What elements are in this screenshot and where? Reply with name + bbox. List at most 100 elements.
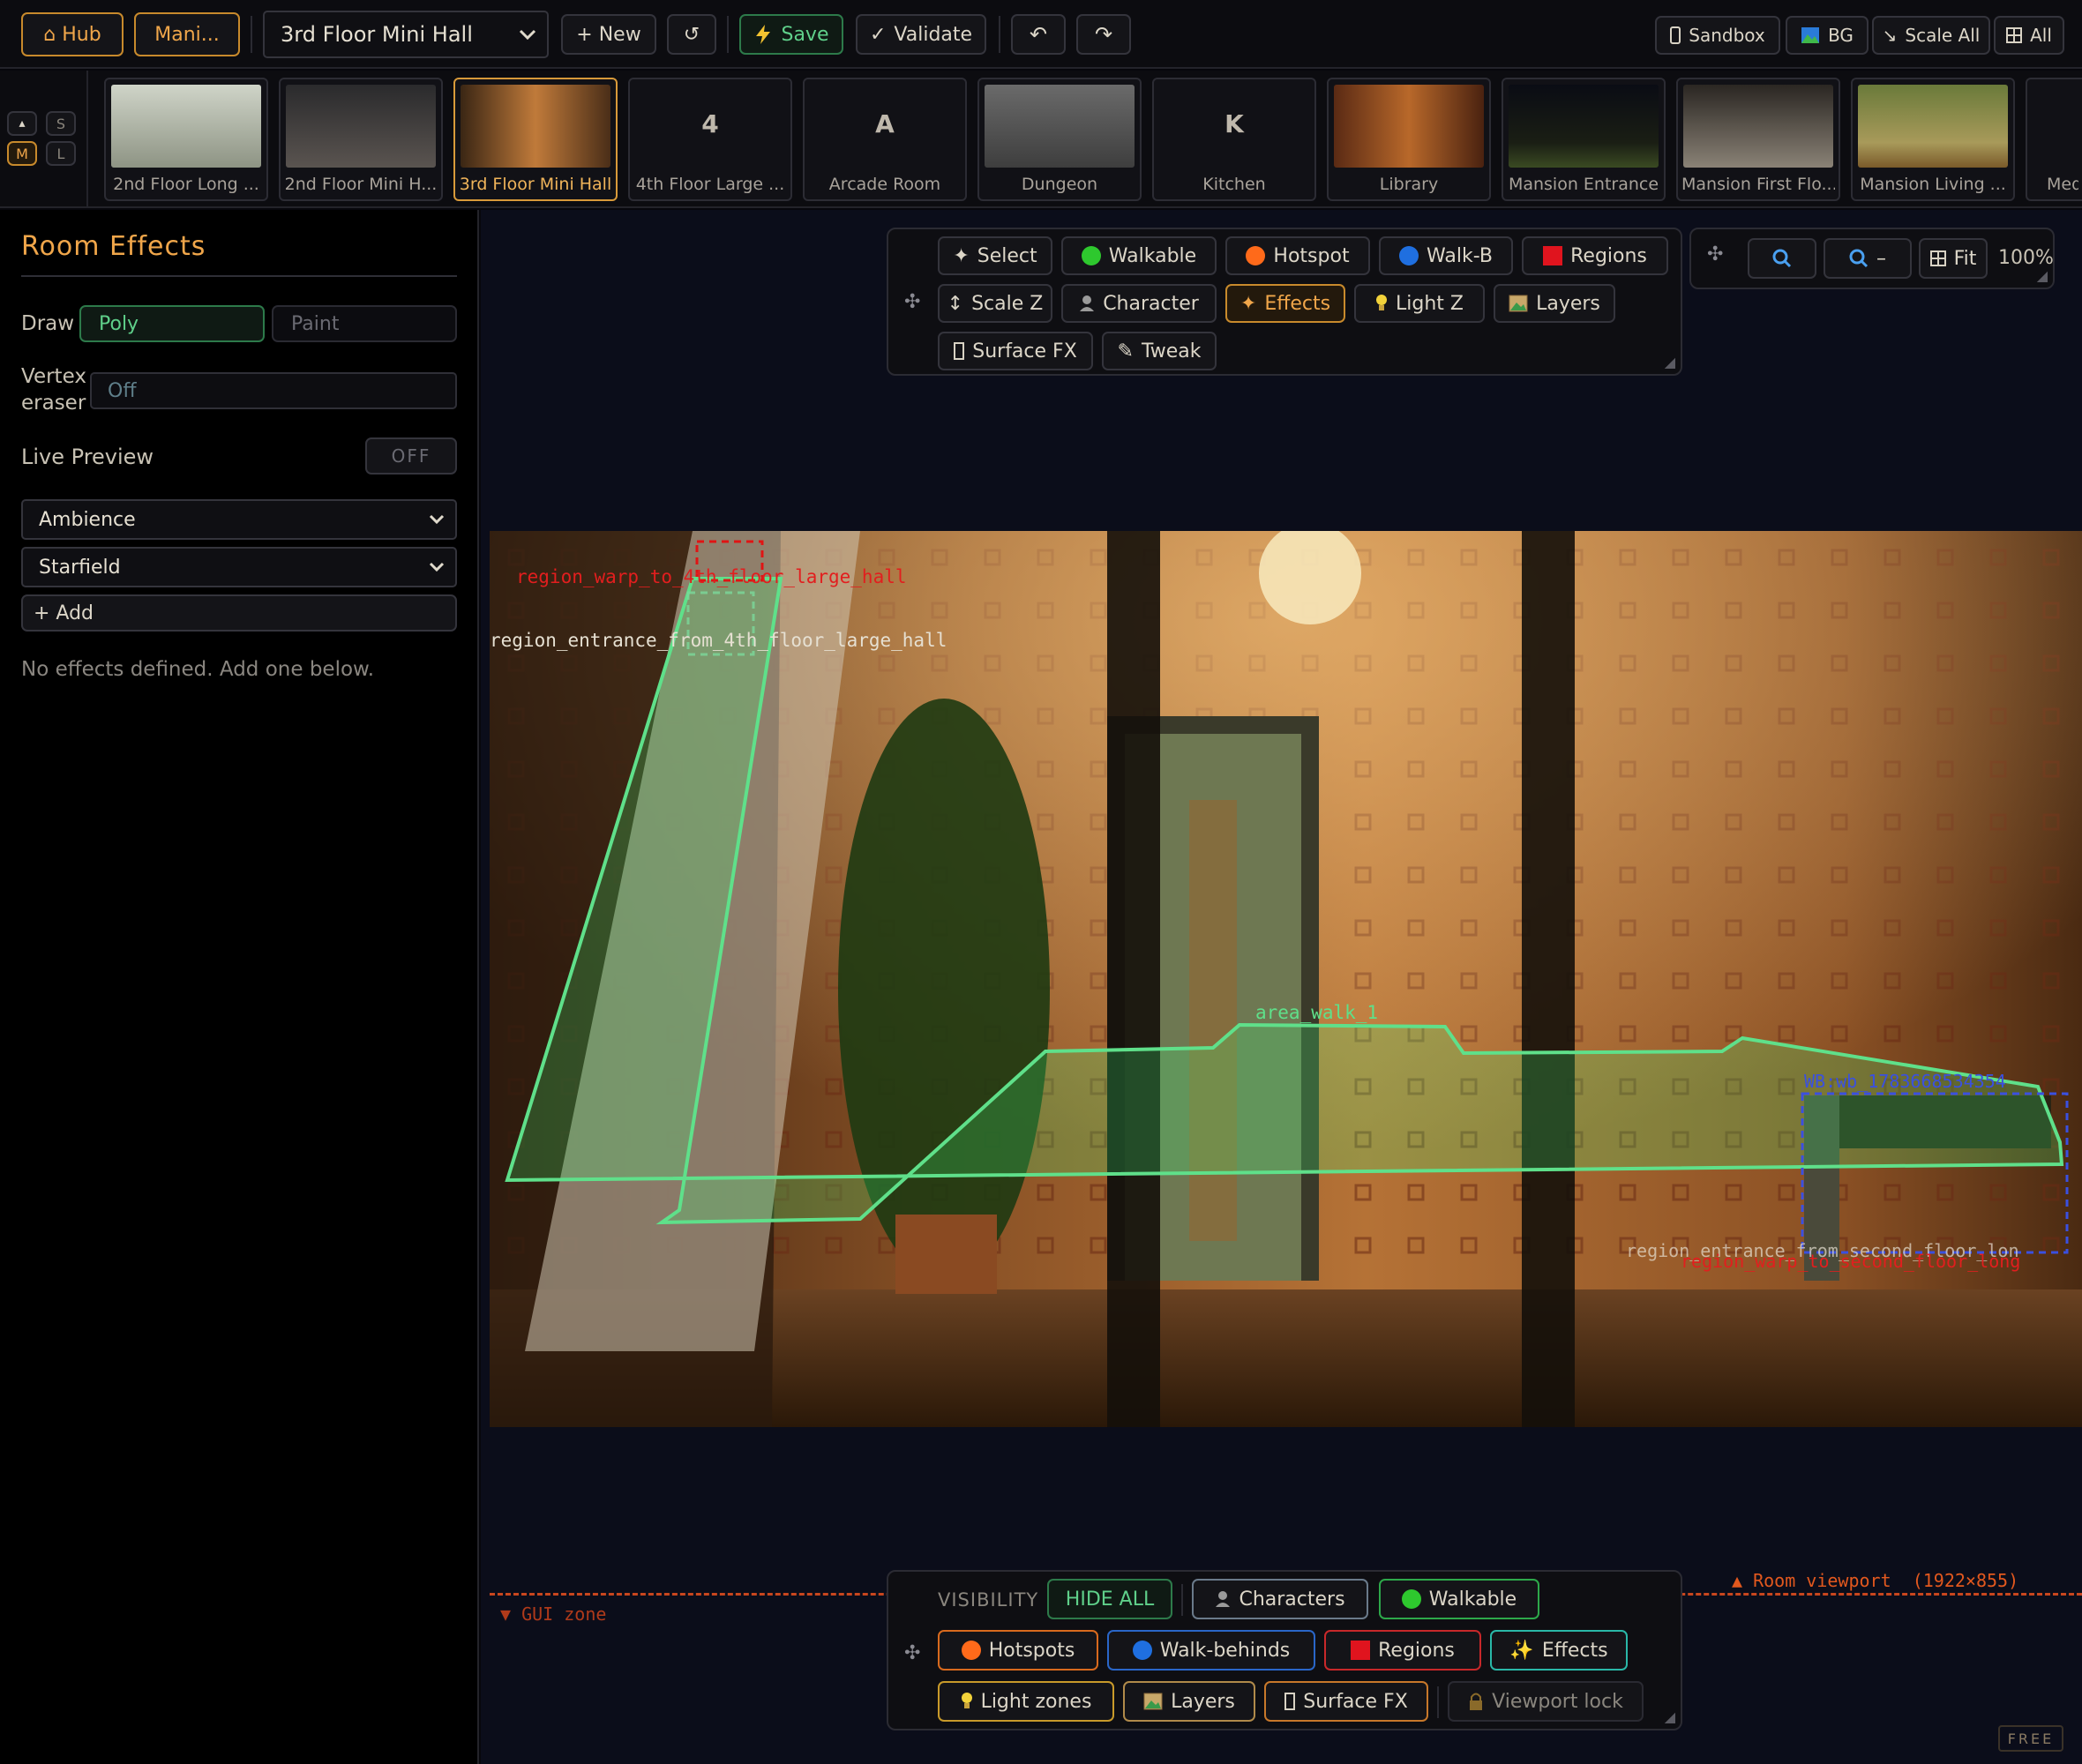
room-thumb-mansion-entrance[interactable]: Mansion Entrance bbox=[1502, 78, 1666, 201]
size-l-button[interactable]: L bbox=[46, 141, 76, 166]
poly-mode-button[interactable]: Poly bbox=[79, 305, 265, 342]
strip-divider bbox=[86, 71, 88, 208]
drag-handle-icon[interactable]: ✣ bbox=[904, 291, 920, 313]
toggle-surface-fx[interactable]: Surface FX bbox=[1264, 1681, 1428, 1722]
lightning-icon bbox=[756, 25, 771, 44]
resize-handle-icon[interactable]: ◢ bbox=[1665, 1708, 1675, 1725]
room-thumb-label: Kitchen bbox=[1202, 175, 1266, 194]
size-m-button[interactable]: M bbox=[7, 141, 37, 166]
manifest-button[interactable]: Mani... bbox=[134, 12, 240, 56]
size-m-label: M bbox=[16, 145, 28, 162]
undo-button[interactable]: ↶ bbox=[1011, 14, 1066, 55]
scale-all-label: Scale All bbox=[1905, 25, 1981, 46]
resize-handle-icon[interactable]: ◢ bbox=[2037, 267, 2048, 284]
toggle-light-zones[interactable]: Light zones bbox=[938, 1681, 1114, 1722]
tool-layers[interactable]: Layers bbox=[1494, 284, 1615, 323]
room-thumb-label: 2nd Floor Mini H... bbox=[284, 175, 438, 194]
tool-layers-label: Layers bbox=[1536, 292, 1600, 315]
room-thumb-mansion-living[interactable]: Mansion Living ... bbox=[1851, 78, 2015, 201]
sandbox-button[interactable]: Sandbox bbox=[1655, 16, 1780, 55]
vertex-eraser-value: Off bbox=[108, 379, 137, 402]
tool-light-z[interactable]: Light Z bbox=[1354, 284, 1485, 323]
person-icon bbox=[1216, 1591, 1231, 1607]
zoom-in-button[interactable] bbox=[1748, 238, 1816, 279]
free-badge: FREE bbox=[1998, 1725, 2063, 1752]
characters-label: Characters bbox=[1239, 1588, 1345, 1611]
panel-divider bbox=[1181, 1584, 1183, 1616]
save-label: Save bbox=[781, 23, 829, 46]
room-thumb-arcade-room[interactable]: A Arcade Room bbox=[803, 78, 967, 201]
room-thumb-mansion-first-floor[interactable]: Mansion First Flo... bbox=[1676, 78, 1840, 201]
room-thumb-kitchen[interactable]: K Kitchen bbox=[1152, 78, 1316, 201]
all-button[interactable]: All bbox=[1994, 16, 2064, 55]
tool-select[interactable]: ✦ Select bbox=[938, 236, 1052, 275]
effect-category-select[interactable]: Ambience bbox=[21, 499, 457, 540]
tool-hotspot[interactable]: Hotspot bbox=[1225, 236, 1370, 275]
toggle-hotspots[interactable]: Hotspots bbox=[938, 1630, 1098, 1671]
tool-tweak[interactable]: ✎ Tweak bbox=[1102, 332, 1217, 370]
toggle-walkable[interactable]: Walkable bbox=[1379, 1579, 1539, 1619]
new-room-button[interactable]: + New bbox=[561, 14, 656, 55]
toggle-walk-behinds[interactable]: Walk-behinds bbox=[1107, 1630, 1315, 1671]
room-thumb-4th-floor-large[interactable]: 4 4th Floor Large ... bbox=[628, 78, 792, 201]
tool-scale-z[interactable]: ↕ Scale Z bbox=[938, 284, 1052, 323]
tool-select-label: Select bbox=[977, 244, 1037, 267]
room-editor-workspace: ✣ ✦ Select Walkable Hotspot Walk-B Region… bbox=[481, 210, 2082, 1764]
live-preview-toggle[interactable]: OFF bbox=[365, 437, 457, 475]
room-thumb-label: Mansion Entrance bbox=[1508, 175, 1659, 194]
reload-button[interactable]: ↺ bbox=[667, 14, 716, 55]
validate-button[interactable]: ✓ Validate bbox=[856, 14, 986, 55]
room-thumb-library[interactable]: Library bbox=[1327, 78, 1491, 201]
tool-character[interactable]: Character bbox=[1061, 284, 1217, 323]
layers-label: Layers bbox=[1171, 1690, 1235, 1713]
drag-handle-icon[interactable]: ✣ bbox=[1707, 243, 1723, 265]
hide-all-button[interactable]: HIDE ALL bbox=[1047, 1579, 1172, 1619]
effect-type-select[interactable]: Starfield bbox=[21, 547, 457, 587]
tool-walk-behind[interactable]: Walk-B bbox=[1379, 236, 1513, 275]
toggle-effects[interactable]: ✨ Effects bbox=[1490, 1630, 1628, 1671]
room-select[interactable]: 3rd Floor Mini Hall bbox=[263, 11, 549, 58]
redo-button[interactable]: ↷ bbox=[1076, 14, 1131, 55]
tool-regions[interactable]: Regions bbox=[1522, 236, 1668, 275]
chevron-down-icon bbox=[429, 562, 445, 572]
brush-icon: ✎ bbox=[1117, 340, 1134, 363]
zoom-in-icon bbox=[1772, 249, 1792, 268]
fit-button[interactable]: Fit bbox=[1919, 238, 1988, 279]
save-button[interactable]: Save bbox=[739, 14, 843, 55]
room-thumb-dungeon[interactable]: Dungeon bbox=[977, 78, 1142, 201]
vertex-eraser-field[interactable]: Off bbox=[90, 372, 457, 409]
tool-surface-fx[interactable]: Surface FX bbox=[938, 332, 1093, 370]
rectangle-icon bbox=[1284, 1693, 1296, 1710]
toggle-layers[interactable]: Layers bbox=[1123, 1681, 1255, 1722]
bg-label: BG bbox=[1828, 25, 1854, 46]
resize-arrow-icon: ↘ bbox=[1882, 25, 1898, 46]
tool-effects[interactable]: ✦ Effects bbox=[1225, 284, 1345, 323]
area-walk-label: area_walk_1 bbox=[1255, 1002, 1379, 1023]
room-canvas[interactable]: region_warp_to_4th_floor_large_hall regi… bbox=[490, 531, 2082, 1427]
hub-button[interactable]: ⌂ Hub bbox=[21, 12, 124, 56]
background-button[interactable]: BG bbox=[1786, 16, 1869, 55]
redo-icon: ↷ bbox=[1094, 22, 1113, 47]
room-thumb-2nd-floor-long[interactable]: 2nd Floor Long ... bbox=[104, 78, 268, 201]
room-thumb-med[interactable]: Med bbox=[2026, 78, 2082, 201]
toggle-characters[interactable]: Characters bbox=[1192, 1579, 1368, 1619]
drag-handle-icon[interactable]: ✣ bbox=[904, 1642, 920, 1664]
size-up-button[interactable]: ▴ bbox=[7, 111, 37, 136]
zoom-out-button[interactable]: – bbox=[1824, 238, 1912, 279]
toggle-regions[interactable]: Regions bbox=[1324, 1630, 1481, 1671]
room-thumb-label: 2nd Floor Long ... bbox=[113, 175, 259, 194]
room-thumb-3rd-floor-mini-hall[interactable]: 3rd Floor Mini Hall bbox=[453, 78, 618, 201]
person-icon bbox=[1080, 295, 1095, 311]
add-effect-button[interactable]: + Add bbox=[21, 594, 457, 632]
tool-character-label: Character bbox=[1103, 292, 1199, 315]
room-thumb-2nd-floor-mini-hall[interactable]: 2nd Floor Mini H... bbox=[279, 78, 443, 201]
room-scene bbox=[490, 531, 2082, 1427]
size-s-button[interactable]: S bbox=[46, 111, 76, 136]
scale-all-button[interactable]: ↘ Scale All bbox=[1872, 16, 1990, 55]
paint-mode-button[interactable]: Paint bbox=[272, 305, 457, 342]
tool-walkable[interactable]: Walkable bbox=[1061, 236, 1217, 275]
toggle-viewport-lock[interactable]: Viewport lock bbox=[1448, 1681, 1644, 1722]
visibility-label: VISIBILITY bbox=[938, 1589, 1039, 1611]
resize-handle-icon[interactable]: ◢ bbox=[1665, 354, 1675, 370]
tool-lightz-label: Light Z bbox=[1396, 292, 1464, 315]
